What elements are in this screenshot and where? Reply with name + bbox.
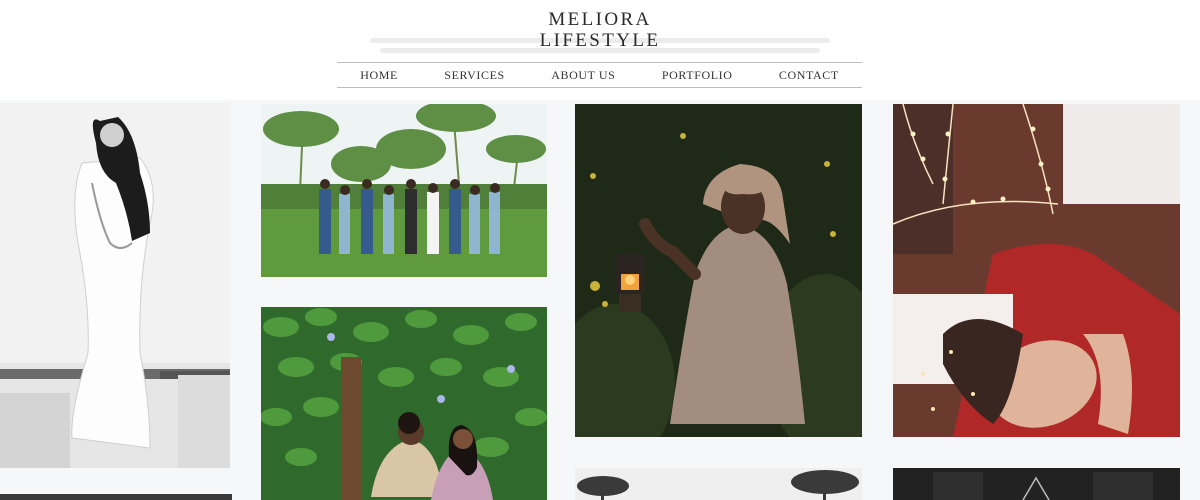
brand-logo[interactable]: MELIORA LIFESTYLE xyxy=(500,9,700,51)
photo-bride-white-dress[interactable] xyxy=(0,103,230,468)
photo-woman-lantern[interactable] xyxy=(575,104,862,437)
photo-dark-interior[interactable] xyxy=(893,468,1180,500)
photo-bw-palms[interactable] xyxy=(575,468,862,500)
photo-couple-leaf-wall[interactable] xyxy=(261,307,547,500)
nav-item-about-us[interactable]: ABOUT US xyxy=(545,66,621,85)
brand-name-line1: MELIORA xyxy=(548,9,652,30)
nav-item-services[interactable]: SERVICES xyxy=(438,66,511,85)
photo-wedding-party-lawn[interactable] xyxy=(261,104,547,277)
nav-item-home[interactable]: HOME xyxy=(354,66,404,85)
nav-item-portfolio[interactable]: PORTFOLIO xyxy=(656,66,739,85)
main-navigation: HOME SERVICES ABOUT US PORTFOLIO CONTACT xyxy=(337,62,862,88)
nav-item-contact[interactable]: CONTACT xyxy=(773,66,845,85)
site-header: ​ MELIORA LIFESTYLE HOME SERVICES ABOUT … xyxy=(0,0,1200,100)
photo-woman-fairy-lights[interactable] xyxy=(893,104,1180,437)
photo-partial-bottom-left[interactable] xyxy=(0,494,232,500)
brand-name-line2: LIFESTYLE xyxy=(539,30,661,51)
